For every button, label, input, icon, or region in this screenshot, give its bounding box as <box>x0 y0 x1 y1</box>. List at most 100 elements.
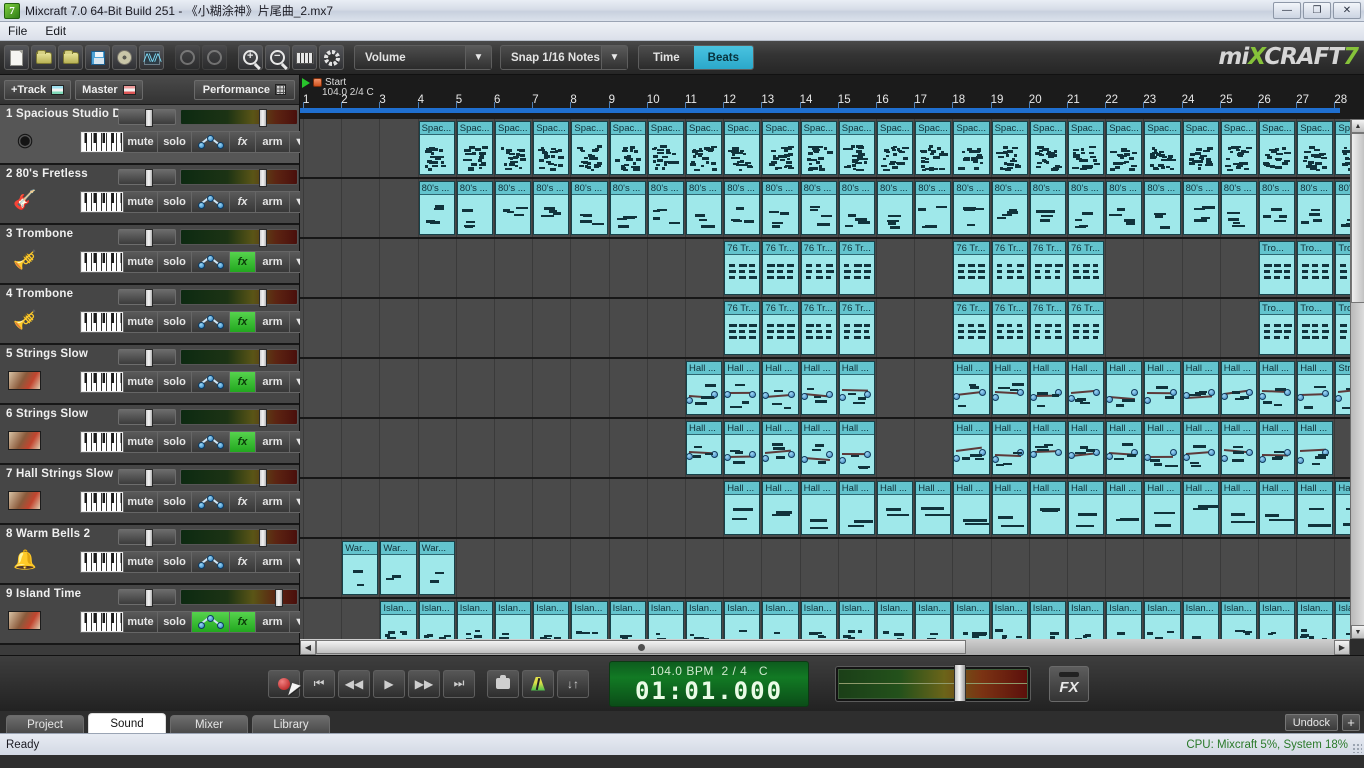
automation-node[interactable] <box>1221 392 1228 400</box>
audio-clip[interactable]: Tro... <box>1259 301 1296 355</box>
tab-mixer[interactable]: Mixer <box>170 715 248 733</box>
audio-clip[interactable]: Hall ... <box>762 481 799 535</box>
undock-button[interactable]: Undock <box>1284 714 1338 731</box>
audio-clip[interactable]: Hall ... <box>686 421 723 475</box>
automation-node[interactable] <box>1207 449 1215 457</box>
automation-node[interactable] <box>1298 456 1305 464</box>
audio-clip[interactable]: Hall ... <box>991 421 1028 475</box>
solo-button[interactable]: solo <box>158 371 192 393</box>
audio-clip[interactable]: Islan... <box>495 601 532 639</box>
track-lane-3[interactable]: 76 Tr... 76 Tr... 76 Tr... 76 Tr... 76 Tr...… <box>300 239 1350 299</box>
audio-clip[interactable]: Hall ... <box>838 481 875 535</box>
automation-node[interactable] <box>954 392 961 400</box>
audio-clip[interactable]: Hall ... <box>953 421 990 475</box>
audio-clip[interactable]: Islan... <box>533 601 570 639</box>
audio-clip[interactable]: Islan... <box>762 601 799 639</box>
audio-clip[interactable]: Hall ... <box>1029 361 1066 415</box>
track-fx-button[interactable]: fx <box>230 491 256 513</box>
track-volume-fader[interactable] <box>118 349 176 367</box>
audio-clip[interactable]: Spac... <box>953 121 990 175</box>
save-button[interactable] <box>85 45 110 70</box>
track-instrument-button[interactable] <box>80 131 124 153</box>
audio-clip[interactable]: 76 Tr... <box>724 301 761 355</box>
track-header-9[interactable]: 9 Island Timemutesolofxarm▼ <box>0 585 310 645</box>
audio-clip[interactable]: Hall ... <box>991 481 1028 535</box>
scroll-down-button[interactable]: ▼ <box>1351 625 1364 639</box>
automation-node[interactable] <box>1054 448 1062 456</box>
track-lane-9[interactable]: Islan... Islan... Islan... Islan... Islan...… <box>300 599 1350 639</box>
audio-clip[interactable]: Spac... <box>1106 121 1143 175</box>
audio-clip[interactable]: Hall ... <box>1144 481 1181 535</box>
automation-node[interactable] <box>992 393 999 401</box>
audio-clip[interactable]: Islan... <box>838 601 875 639</box>
audio-clip[interactable]: Tro... <box>1335 241 1350 295</box>
audio-clip[interactable]: 76 Tr... <box>1029 241 1066 295</box>
audio-clip[interactable]: Spac... <box>495 121 532 175</box>
solo-button[interactable]: solo <box>158 251 192 273</box>
audio-clip[interactable]: Hall ... <box>1297 421 1334 475</box>
audio-clip[interactable]: 76 Tr... <box>1068 301 1105 355</box>
audio-clip[interactable]: 80's ... <box>1220 181 1257 235</box>
track-volume-fader[interactable] <box>118 229 176 247</box>
automation-button[interactable] <box>192 491 230 513</box>
track-lane-8[interactable]: War... War... War... <box>300 539 1350 599</box>
audio-clip[interactable]: 76 Tr... <box>953 241 990 295</box>
track-lane-2[interactable]: 80's ... 80's ... 80's ... 80's ... 80's ...… <box>300 179 1350 239</box>
audio-clip[interactable]: Spac... <box>1029 121 1066 175</box>
audio-clip[interactable]: Spac... <box>647 121 684 175</box>
audio-clip[interactable]: Spac... <box>418 121 455 175</box>
track-instrument-button[interactable] <box>80 371 124 393</box>
audio-clip[interactable]: Islan... <box>1106 601 1143 639</box>
track-fx-button[interactable]: fx <box>230 251 256 273</box>
automation-node[interactable] <box>1298 394 1305 402</box>
automation-node[interactable] <box>1284 449 1292 457</box>
track-fx-button[interactable]: fx <box>230 551 256 573</box>
audio-clip[interactable]: Islan... <box>456 601 493 639</box>
track-instrument-button[interactable] <box>80 311 124 333</box>
automation-node[interactable] <box>1093 389 1101 397</box>
track-volume-fader[interactable] <box>118 529 176 547</box>
automation-button[interactable] <box>192 311 230 333</box>
track-instrument-button[interactable] <box>80 251 124 273</box>
chevron-down-icon[interactable]: ▼ <box>465 46 491 69</box>
mute-button[interactable]: mute <box>124 491 158 513</box>
automation-node[interactable] <box>825 451 833 459</box>
zoom-in-button[interactable]: + <box>238 45 263 70</box>
audio-clip[interactable]: Islan... <box>1259 601 1296 639</box>
arm-button[interactable]: arm <box>256 311 290 333</box>
track-header-5[interactable]: 5 Strings Slowmutesolofxarm▼ <box>0 345 310 405</box>
solo-button[interactable]: solo <box>158 191 192 213</box>
automation-node[interactable] <box>801 455 808 463</box>
snapshot-button[interactable] <box>487 669 519 698</box>
audio-clip[interactable]: 80's ... <box>953 181 990 235</box>
track-header-8[interactable]: 8 Warm Bells 2🔔mutesolofxarm▼ <box>0 525 310 585</box>
fast-forward-button[interactable]: ▶▶ <box>408 669 440 698</box>
audio-clip[interactable]: Hall ... <box>1068 421 1105 475</box>
audio-clip[interactable]: 80's ... <box>724 181 761 235</box>
audio-clip[interactable]: 80's ... <box>1144 181 1181 235</box>
automation-node[interactable] <box>687 396 693 404</box>
audio-clip[interactable]: Hall ... <box>838 421 875 475</box>
tab-project[interactable]: Project <box>6 715 84 733</box>
track-lane-6[interactable]: Hall ... Hall ... Hall ... Hall ... Hall ...… <box>300 419 1350 479</box>
audio-clip[interactable]: 80's ... <box>686 181 723 235</box>
automation-node[interactable] <box>1221 455 1228 463</box>
horizontal-scroll-thumb[interactable] <box>316 640 966 654</box>
audio-clip[interactable]: Hall ... <box>1106 481 1143 535</box>
updown-button[interactable]: ↓↑ <box>557 669 589 698</box>
audio-clip[interactable]: 80's ... <box>1259 181 1296 235</box>
audio-clip[interactable]: War... <box>418 541 455 595</box>
audio-clip[interactable]: 80's ... <box>1106 181 1143 235</box>
audio-clip[interactable]: Spac... <box>762 121 799 175</box>
audio-clip[interactable]: Spac... <box>1259 121 1296 175</box>
track-level-meter[interactable] <box>180 469 298 487</box>
solo-button[interactable]: solo <box>158 611 192 633</box>
track-level-meter[interactable] <box>180 409 298 427</box>
track-level-meter[interactable] <box>180 529 298 547</box>
automation-node[interactable] <box>1169 389 1177 397</box>
tab-beats[interactable]: Beats <box>693 46 753 69</box>
automation-node[interactable] <box>801 393 808 401</box>
track-fx-button[interactable]: fx <box>230 131 256 153</box>
resize-grip[interactable] <box>1352 743 1362 753</box>
audio-clip[interactable]: Hall ... <box>800 421 837 475</box>
